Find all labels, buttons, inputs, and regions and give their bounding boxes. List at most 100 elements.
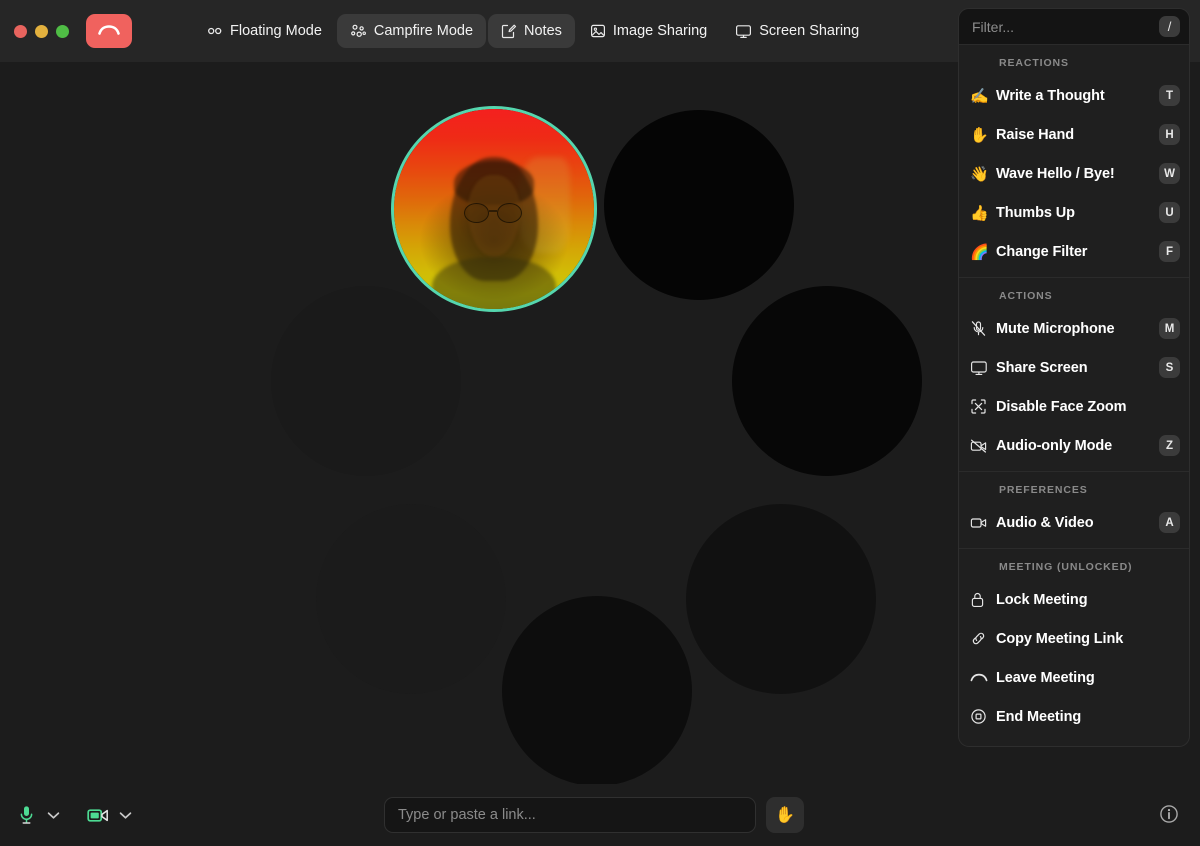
- lock-icon: [971, 592, 984, 607]
- shortcut-badge: U: [1159, 202, 1180, 223]
- hangup-button[interactable]: [86, 14, 132, 48]
- menu-item-wave-hello-bye[interactable]: 👋 Wave Hello / Bye! W: [959, 154, 1189, 193]
- filter-row: /: [959, 9, 1189, 45]
- participant-bubble[interactable]: [732, 286, 922, 476]
- menu-item-label: Share Screen: [996, 359, 1088, 376]
- menu-item-label: Leave Meeting: [996, 669, 1095, 686]
- shortcut-badge: M: [1159, 318, 1180, 339]
- camera-icon: [970, 517, 987, 528]
- participant-bubble[interactable]: [686, 504, 876, 694]
- maximize-window-button[interactable]: [56, 24, 69, 38]
- close-window-button[interactable]: [14, 24, 27, 38]
- toolbar-item-campfire-mode[interactable]: Campfire Mode: [336, 14, 487, 48]
- toolbar-item-label: Campfire Mode: [373, 22, 474, 39]
- menu-item-mute-microphone[interactable]: Mute Microphone M: [959, 309, 1189, 348]
- shortcut-badge: W: [1159, 163, 1180, 184]
- toolbar-item-label: Image Sharing: [612, 22, 708, 39]
- link-entry-group: ✋: [384, 797, 804, 833]
- thumbs-up-icon: 👍: [970, 204, 989, 222]
- participant-bubble[interactable]: [502, 596, 692, 784]
- menu-item-write-a-thought[interactable]: ✍️ Write a Thought T: [959, 76, 1189, 115]
- camera-off-icon-wrap: [970, 438, 996, 454]
- menu-item-label: Copy Meeting Link: [996, 630, 1124, 647]
- screen-sharing-icon: [736, 24, 752, 38]
- campfire-mode-icon: [350, 24, 366, 37]
- self-video-feed: [394, 109, 594, 309]
- app-window: Floating Mode Campfire Mode Notes Image …: [0, 0, 1200, 846]
- link-icon: [972, 632, 985, 645]
- participant-bubble[interactable]: [271, 286, 461, 476]
- link-icon-wrap: [970, 630, 996, 647]
- menu-item-copy-meeting-link[interactable]: Copy Meeting Link: [959, 619, 1189, 658]
- section-title: REACTIONS: [999, 57, 1069, 69]
- camera-options-dropdown[interactable]: [114, 800, 136, 830]
- person-glasses-bridge: [489, 210, 497, 212]
- image-sharing-icon: [590, 24, 605, 38]
- chevron-down-icon: [119, 811, 131, 819]
- person-glasses-right: [497, 203, 522, 223]
- menu-item-label: Raise Hand: [996, 126, 1074, 143]
- rainbow-filter-icon: 🌈: [970, 243, 989, 261]
- minimize-window-button[interactable]: [35, 24, 48, 38]
- self-video-tile[interactable]: [391, 106, 597, 312]
- section-title: PREFERENCES: [999, 484, 1088, 496]
- menu-item-leave-meeting[interactable]: Leave Meeting: [959, 658, 1189, 697]
- section-title: MEETING (UNLOCKED): [999, 561, 1133, 573]
- toolbar-item-notes[interactable]: Notes: [488, 14, 575, 48]
- camera-off-icon: [970, 439, 987, 453]
- microphone-icon: [20, 806, 32, 824]
- participant-bubble[interactable]: [316, 504, 506, 694]
- section-title: ACTIONS: [999, 290, 1053, 302]
- shortcut-badge: F: [1159, 241, 1180, 262]
- toolbar-item-image-sharing[interactable]: Image Sharing: [577, 14, 720, 48]
- menu-item-label: End Meeting: [996, 708, 1082, 725]
- end-meeting-icon: [971, 709, 986, 724]
- section-reactions: REACTIONS ✍️ Write a Thought T ✋ Raise H…: [959, 45, 1189, 278]
- bottom-left-controls: [12, 800, 136, 830]
- traffic-lights: [14, 24, 69, 38]
- shortcut-badge: S: [1159, 357, 1180, 378]
- end-meeting-icon-wrap: [970, 708, 996, 725]
- person-body: [432, 257, 556, 309]
- shortcut-badge: Z: [1159, 435, 1180, 456]
- filter-shortcut-badge: /: [1159, 16, 1180, 37]
- mode-toolbar: Floating Mode Campfire Mode Notes Image …: [194, 14, 872, 48]
- menu-item-thumbs-up[interactable]: 👍 Thumbs Up U: [959, 193, 1189, 232]
- person-glasses-left: [464, 203, 489, 223]
- raise-hand-icon: ✋: [970, 126, 989, 144]
- info-icon: [1160, 805, 1178, 823]
- face-zoom-icon-wrap: [970, 398, 996, 415]
- monitor-icon-wrap: [970, 360, 996, 376]
- camera-toggle-button[interactable]: [84, 800, 112, 830]
- menu-item-disable-face-zoom[interactable]: Disable Face Zoom: [959, 387, 1189, 426]
- info-button[interactable]: [1158, 803, 1180, 825]
- menu-item-label: Mute Microphone: [996, 320, 1115, 337]
- menu-item-label: Disable Face Zoom: [996, 398, 1127, 415]
- toolbar-item-label: Floating Mode: [230, 22, 322, 39]
- lock-icon-wrap: [970, 591, 996, 608]
- filter-input[interactable]: [972, 18, 1159, 35]
- raise-hand-button[interactable]: ✋: [766, 797, 804, 833]
- link-input[interactable]: [384, 797, 756, 833]
- microphone-toggle-button[interactable]: [12, 800, 40, 830]
- menu-item-label: Audio & Video: [996, 514, 1094, 531]
- section-actions: ACTIONS Mute Microphone M Share Screen S…: [959, 278, 1189, 472]
- shortcut-badge: H: [1159, 124, 1180, 145]
- section-meeting: MEETING (UNLOCKED) Lock Meeting Copy Mee…: [959, 549, 1189, 746]
- participant-bubble[interactable]: [604, 110, 794, 300]
- menu-item-label: Write a Thought: [996, 87, 1105, 104]
- menu-item-label: Change Filter: [996, 243, 1088, 260]
- menu-item-audio-and-video[interactable]: Audio & Video A: [959, 503, 1189, 542]
- floating-mode-icon: [208, 27, 222, 35]
- menu-item-label: Audio-only Mode: [996, 437, 1113, 454]
- section-preferences: PREFERENCES Audio & Video A: [959, 472, 1189, 549]
- menu-item-raise-hand[interactable]: ✋ Raise Hand H: [959, 115, 1189, 154]
- toolbar-item-floating-mode[interactable]: Floating Mode: [194, 14, 335, 48]
- menu-item-share-screen[interactable]: Share Screen S: [959, 348, 1189, 387]
- microphone-options-dropdown[interactable]: [42, 800, 64, 830]
- menu-item-lock-meeting[interactable]: Lock Meeting: [959, 580, 1189, 619]
- menu-item-change-filter[interactable]: 🌈 Change Filter F: [959, 232, 1189, 271]
- menu-item-audio-only-mode[interactable]: Audio-only Mode Z: [959, 426, 1189, 465]
- toolbar-item-screen-sharing[interactable]: Screen Sharing: [722, 14, 872, 48]
- menu-item-end-meeting[interactable]: End Meeting: [959, 697, 1189, 736]
